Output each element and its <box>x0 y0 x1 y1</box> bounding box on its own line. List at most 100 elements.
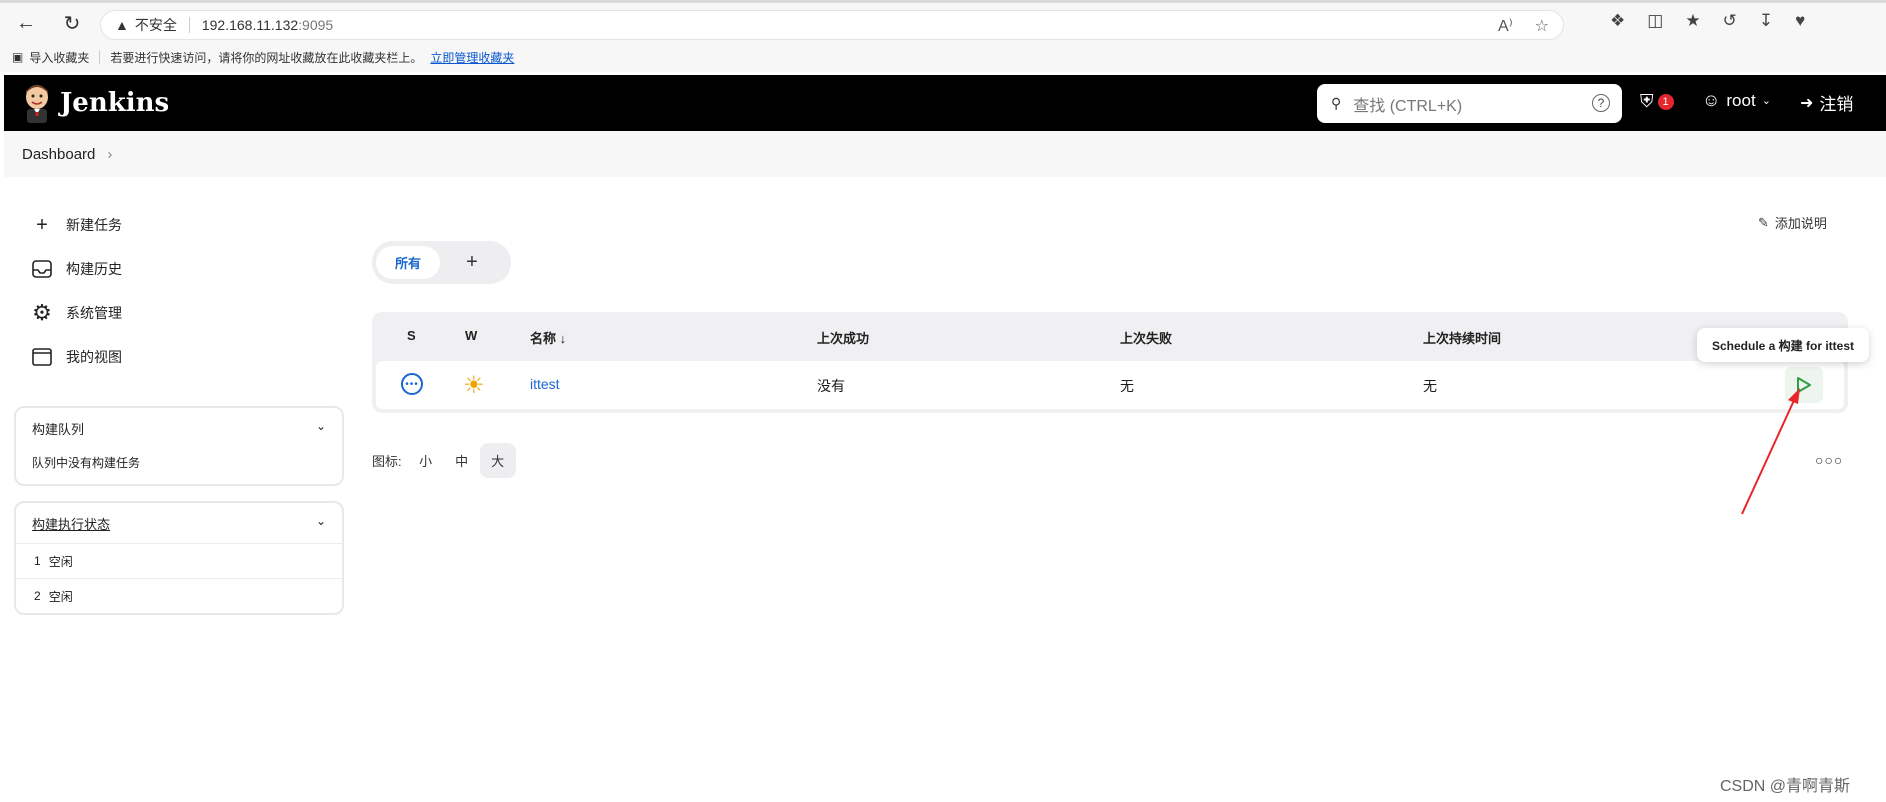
icon-size-medium[interactable]: 中 <box>444 443 480 478</box>
header-last-failure[interactable]: 上次失败 <box>1120 328 1172 347</box>
logout-label: 注销 <box>1819 95 1854 114</box>
job-name-link[interactable]: ittest <box>530 376 560 392</box>
user-name: root <box>1726 90 1756 110</box>
executor-number: 2 <box>34 589 41 603</box>
import-favorites-button[interactable]: ▣ 导入收藏夹 <box>12 49 89 66</box>
chevron-down-icon[interactable]: ⌄ <box>316 514 326 528</box>
header-name[interactable]: 名称 ↓ <box>530 328 566 347</box>
insecure-label: 不安全 <box>134 17 177 33</box>
jenkins-header: Jenkins ⚲ 查找 (CTRL+K) ? ⛨ 1 ☺ root ⌄ ➜ 注… <box>4 75 1886 131</box>
plus-icon: + <box>36 213 48 236</box>
favorites-icon[interactable]: ★ <box>1685 11 1700 31</box>
sunny-weather-icon[interactable]: ☀ <box>463 371 485 400</box>
window-icon <box>30 345 54 369</box>
address-divider <box>188 17 190 33</box>
annotation-arrow <box>1741 388 1800 515</box>
plus-icon: + <box>466 251 478 273</box>
history-icon[interactable]: ↺ <box>1723 11 1737 31</box>
refresh-icon[interactable]: ↻ <box>52 3 92 43</box>
task-label: 新建任务 <box>66 217 122 233</box>
import-icon: ▣ <box>12 50 24 64</box>
favorite-star-icon[interactable]: ☆ <box>1535 16 1549 36</box>
build-queue-header[interactable]: 构建队列 ⌄ <box>16 408 342 448</box>
address-bar[interactable]: ▲ 不安全 192.168.11.132:9095 A⁾ ☆ <box>100 10 1564 40</box>
breadcrumb-dashboard[interactable]: Dashboard <box>22 146 95 163</box>
header-last-success[interactable]: 上次成功 <box>817 328 869 347</box>
chevron-right-icon[interactable]: › <box>107 146 112 163</box>
header-weather[interactable]: W <box>465 328 477 343</box>
executor-row: 1 空闲 <box>16 543 342 578</box>
last-success-cell: 没有 <box>817 378 845 394</box>
tab-all[interactable]: 所有 <box>376 246 440 279</box>
search-box[interactable]: ⚲ 查找 (CTRL+K) ? <box>1317 84 1622 123</box>
chevron-down-icon[interactable]: ⌄ <box>316 419 326 433</box>
more-options-icon[interactable]: ○○○ <box>1815 452 1843 468</box>
build-queue-empty: 队列中没有构建任务 <box>32 456 141 470</box>
jobs-table: S W 名称 ↓ 上次成功 上次失败 上次持续时间 ••• ☀ ittest 没… <box>372 312 1848 413</box>
breadcrumb: Dashboard › <box>4 131 1886 177</box>
browser-essentials-icon[interactable]: ♥ <box>1795 11 1805 31</box>
bookmarks-hint: 若要进行快速访问，请将你的网址收藏放在此收藏夹栏上。 <box>110 50 423 65</box>
add-description-label: 添加说明 <box>1774 216 1827 231</box>
task-new-item[interactable]: + 新建任务 <box>30 213 122 237</box>
add-view-button[interactable]: + <box>452 246 492 279</box>
download-icon[interactable]: ↧ <box>1759 11 1773 31</box>
extensions-icon[interactable]: ❖ <box>1610 11 1625 31</box>
header-last-duration[interactable]: 上次持续时间 <box>1423 328 1501 347</box>
header-status[interactable]: S <box>407 328 416 343</box>
task-build-history[interactable]: 构建历史 <box>30 257 122 281</box>
build-queue-panel: 构建队列 ⌄ 队列中没有构建任务 <box>14 406 344 486</box>
header-name-label: 名称 <box>530 331 557 346</box>
executor-row: 2 空闲 <box>16 578 342 613</box>
task-label: 系统管理 <box>66 305 122 321</box>
shield-icon: ⛨ <box>1640 91 1654 111</box>
split-screen-icon[interactable]: ◫ <box>1647 11 1663 31</box>
icon-size-label: 图标: <box>372 454 402 469</box>
table-row: ••• ☀ ittest 没有 无 无 <box>376 361 1844 409</box>
read-aloud-icon[interactable]: A⁾ <box>1498 16 1513 36</box>
status-not-built-icon[interactable]: ••• <box>401 373 423 395</box>
chevron-down-icon: ⌄ <box>1761 95 1771 107</box>
task-manage-jenkins[interactable]: ⚙ 系统管理 <box>30 300 122 325</box>
bookmarks-divider <box>99 50 101 64</box>
back-icon[interactable]: ← <box>6 3 46 43</box>
gear-icon: ⚙ <box>32 300 52 325</box>
table-header: S W 名称 ↓ 上次成功 上次失败 上次持续时间 <box>372 312 1848 360</box>
pencil-icon: ✎ <box>1758 214 1769 230</box>
browser-toolbar: ← ↻ ▲ 不安全 192.168.11.132:9095 A⁾ ☆ ❖ ◫ ★… <box>0 0 1886 42</box>
security-badge: 1 <box>1657 93 1674 110</box>
app-name: Jenkins <box>60 88 170 118</box>
user-menu[interactable]: ☺ root ⌄ <box>1702 90 1771 111</box>
executor-state: 空闲 <box>48 589 73 604</box>
view-tabs: 所有 + <box>372 241 511 284</box>
jenkins-butler-icon <box>26 85 48 123</box>
task-my-views[interactable]: 我的视图 <box>30 345 122 369</box>
bookmarks-bar: ▣ 导入收藏夹 若要进行快速访问，请将你的网址收藏放在此收藏夹栏上。 立即管理收… <box>0 42 1886 72</box>
user-avatar-icon: ☺ <box>1702 90 1721 110</box>
manage-favorites-link[interactable]: 立即管理收藏夹 <box>430 49 514 66</box>
search-input[interactable]: 查找 (CTRL+K) <box>1353 92 1462 116</box>
task-label: 构建历史 <box>66 261 122 277</box>
icon-size-large[interactable]: 大 <box>479 443 516 478</box>
help-icon[interactable]: ? <box>1592 94 1610 112</box>
icon-size-small[interactable]: 小 <box>408 443 444 478</box>
url-port: :9095 <box>298 17 334 33</box>
last-duration-cell: 无 <box>1423 378 1437 394</box>
logout-button[interactable]: ➜ 注销 <box>1800 90 1853 115</box>
task-label: 我的视图 <box>66 349 122 365</box>
import-label: 导入收藏夹 <box>29 50 90 65</box>
executor-number: 1 <box>34 554 41 568</box>
last-failure-cell: 无 <box>1120 378 1134 394</box>
search-icon: ⚲ <box>1331 95 1342 111</box>
executor-status-panel: 构建执行状态 ⌄ 1 空闲 2 空闲 <box>14 501 344 615</box>
executor-status-header[interactable]: 构建执行状态 ⌄ <box>16 503 342 543</box>
schedule-build-tooltip: Schedule a 构建 for ittest <box>1697 328 1869 362</box>
url-host: 192.168.11.132 <box>201 17 299 33</box>
executor-state: 空闲 <box>48 554 73 569</box>
executor-status-title[interactable]: 构建执行状态 <box>32 514 110 533</box>
icon-size-selector: 图标: 小 中 大 <box>372 443 516 478</box>
security-alerts[interactable]: ⛨ 1 <box>1640 91 1674 112</box>
warning-icon: ▲ <box>115 17 129 33</box>
jenkins-logo[interactable]: Jenkins <box>22 83 169 123</box>
add-description-button[interactable]: ✎ 添加说明 <box>1758 213 1827 232</box>
